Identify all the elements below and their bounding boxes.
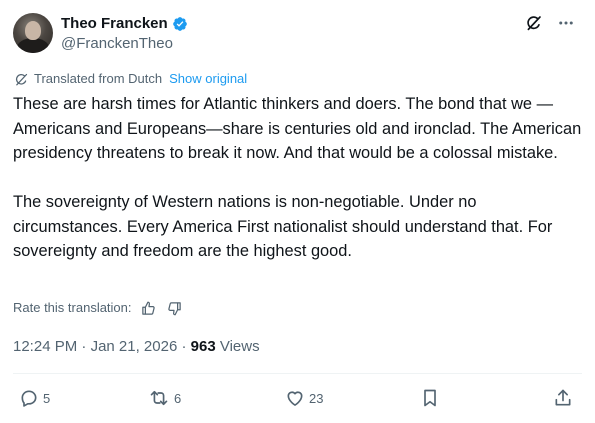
like-count: 23 [309, 390, 324, 406]
show-original-link[interactable]: Show original [169, 71, 247, 87]
bookmark-button[interactable] [420, 386, 440, 410]
thumbs-down-icon[interactable] [166, 299, 184, 317]
action-bar: 5 6 23 [13, 386, 583, 410]
tweet-paragraph-1: These are harsh times for Atlantic think… [13, 95, 586, 162]
rate-translation-label: Rate this translation: [13, 300, 132, 315]
tweet-meta: 12:24 PM · Jan 21, 2026 · 963 Views [13, 338, 260, 356]
reply-count: 5 [43, 390, 51, 406]
like-icon [285, 388, 305, 408]
like-button[interactable]: 23 [285, 386, 323, 410]
meta-separator-2: · [181, 338, 187, 355]
more-icon[interactable] [557, 14, 575, 32]
meta-separator: · [81, 338, 87, 355]
header-actions [525, 14, 575, 32]
repost-count: 6 [174, 390, 182, 406]
share-icon [553, 388, 573, 408]
repost-button[interactable]: 6 [148, 386, 181, 410]
avatar[interactable] [13, 13, 53, 53]
tweet-header: Theo Francken @FranckenTheo [13, 12, 583, 56]
avatar-head [25, 21, 41, 40]
translated-from-label: Translated from Dutch [34, 71, 163, 86]
name-row: Theo Francken [61, 15, 188, 33]
views-count: 963 [190, 338, 216, 355]
share-button[interactable] [553, 386, 573, 410]
reply-icon [19, 388, 39, 408]
translation-notice: Translated from Dutch Show original [14, 71, 247, 87]
bookmark-icon [420, 388, 440, 408]
tweet-paragraph-2: The sovereignty of Western nations is no… [13, 193, 557, 260]
thumbs-up-icon[interactable] [140, 299, 158, 317]
tweet-date[interactable]: Jan 21, 2026 [91, 338, 178, 355]
author-handle[interactable]: @FranckenTheo [61, 35, 173, 53]
rate-translation-row: Rate this translation: [13, 299, 184, 317]
reply-button[interactable]: 5 [19, 386, 50, 410]
avatar-shoulders [17, 38, 49, 53]
grok-icon[interactable] [525, 14, 543, 32]
tweet-time[interactable]: 12:24 PM [13, 338, 77, 355]
author-display-name[interactable]: Theo Francken [61, 15, 168, 33]
translate-icon [14, 72, 29, 87]
repost-icon [148, 388, 170, 408]
verified-badge-icon[interactable] [172, 16, 188, 32]
views-label: Views [219, 338, 260, 355]
divider [13, 373, 582, 374]
tweet-text: These are harsh times for Atlantic think… [13, 92, 583, 264]
